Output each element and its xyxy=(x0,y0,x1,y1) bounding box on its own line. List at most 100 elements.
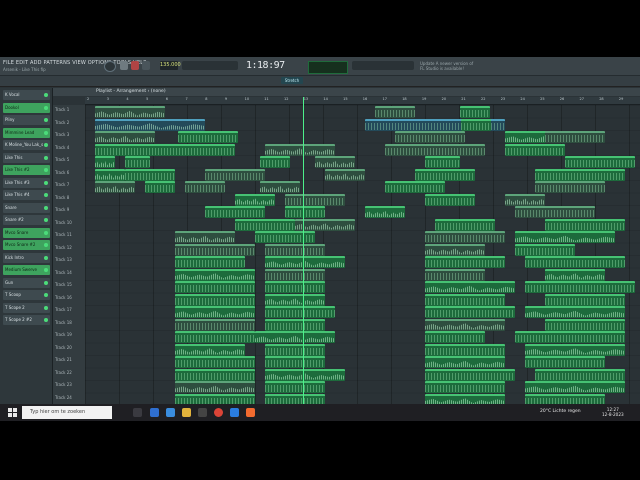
pattern-song-toggle[interactable] xyxy=(104,61,116,72)
track-header[interactable]: Track 23 xyxy=(55,382,72,387)
playlist-clip[interactable] xyxy=(425,243,485,256)
playlist-clip[interactable] xyxy=(425,268,485,281)
playlist-clip[interactable] xyxy=(95,181,135,193)
playlist-clip[interactable] xyxy=(425,293,505,306)
channel-button[interactable]: K Moline_You Lak_s xyxy=(3,140,50,150)
channel-led-icon[interactable] xyxy=(44,130,48,135)
timeline-ruler[interactable]: 2 3 4 5 6 7 8 9 10 11 12 13 14 15 16 17 18 19 20 21 22 23 24 25… xyxy=(85,97,640,105)
track-header[interactable]: Track 1 xyxy=(55,107,69,112)
playlist-clip[interactable] xyxy=(255,331,335,343)
playlist-clip[interactable] xyxy=(435,218,495,231)
playlist-clip[interactable] xyxy=(425,331,485,343)
channel-button[interactable]: Kick Intro xyxy=(3,252,50,263)
channel-button[interactable]: T Scope 2 xyxy=(3,302,50,313)
playlist-clip[interactable] xyxy=(175,331,255,343)
playlist-clip[interactable] xyxy=(175,318,255,331)
track-header[interactable]: Track 5 xyxy=(55,157,69,162)
channel-led-icon[interactable] xyxy=(44,105,48,110)
store-icon[interactable] xyxy=(198,408,207,417)
tempo-display[interactable]: 135.000 xyxy=(160,61,181,70)
track-header[interactable]: Track 15 xyxy=(55,282,72,287)
channel-led-icon[interactable] xyxy=(44,305,48,310)
playlist-clip[interactable] xyxy=(425,231,505,243)
playlist-clip[interactable] xyxy=(425,281,515,293)
playlist-clip[interactable] xyxy=(425,381,505,393)
playlist-clip[interactable] xyxy=(565,156,635,168)
track-header[interactable]: Track 11 xyxy=(55,232,72,237)
playlist-clip[interactable] xyxy=(175,293,255,306)
channel-button[interactable]: Gun xyxy=(3,277,50,288)
playlist-clip[interactable] xyxy=(265,356,325,368)
playlist-clip[interactable] xyxy=(265,381,325,393)
playlist-clip[interactable] xyxy=(175,268,255,281)
playlist-clip[interactable] xyxy=(535,181,605,193)
playlist-clip[interactable] xyxy=(545,131,605,143)
track-header[interactable]: Track 17 xyxy=(55,307,72,312)
toolbar-icons-right[interactable] xyxy=(352,61,414,70)
playlist-clip[interactable] xyxy=(265,306,335,318)
playlist-clip[interactable] xyxy=(505,193,545,206)
channel-button[interactable]: Dookol xyxy=(3,102,50,113)
playlist-clip[interactable] xyxy=(525,256,625,268)
playlist-clip[interactable] xyxy=(525,281,635,293)
record-button[interactable] xyxy=(142,61,150,70)
playlist-clip[interactable] xyxy=(175,368,255,381)
track-header[interactable]: Track 24 xyxy=(55,395,72,400)
playlist-clip[interactable] xyxy=(385,181,445,193)
playlist-clip[interactable] xyxy=(525,381,625,393)
channel-button[interactable]: Like This xyxy=(3,152,50,163)
playlist-clip[interactable] xyxy=(175,256,245,268)
track-header[interactable]: Track 21 xyxy=(55,357,72,362)
track-header[interactable]: Track 7 xyxy=(55,182,69,187)
playlist-clip[interactable] xyxy=(95,106,165,118)
playlist-clip[interactable] xyxy=(175,281,255,293)
snap-selector[interactable]: Stretch xyxy=(281,77,303,84)
channel-button[interactable]: Medium Swerve xyxy=(3,265,50,275)
channel-led-icon[interactable] xyxy=(44,268,48,272)
playlist-clip[interactable] xyxy=(175,231,235,243)
playlist-clip[interactable] xyxy=(425,306,515,318)
playlist-clip[interactable] xyxy=(205,168,265,181)
channel-led-icon[interactable] xyxy=(44,118,48,122)
playlist-clip[interactable] xyxy=(395,131,465,143)
playlist-clip[interactable] xyxy=(515,331,625,343)
playlist-clip[interactable] xyxy=(185,181,225,193)
channel-button[interactable]: Like This #4 xyxy=(3,190,50,200)
playlist-clip[interactable] xyxy=(175,343,245,356)
playlist-clip[interactable] xyxy=(461,118,491,131)
playlist-clip[interactable] xyxy=(525,356,605,368)
channel-led-icon[interactable] xyxy=(44,230,48,235)
playlist-clip[interactable] xyxy=(545,218,625,231)
channel-button[interactable]: Pliny xyxy=(3,115,50,125)
playlist-clip[interactable] xyxy=(95,143,235,156)
playlist-clip[interactable] xyxy=(265,243,325,256)
playlist-clip[interactable] xyxy=(515,206,595,218)
stop-button[interactable] xyxy=(131,61,139,70)
track-header[interactable]: Track 19 xyxy=(55,332,72,337)
playlist-clip[interactable] xyxy=(545,318,625,331)
channel-led-icon[interactable] xyxy=(44,168,48,172)
playlist-clip[interactable] xyxy=(295,218,355,231)
playlist-clip[interactable] xyxy=(260,181,300,193)
channel-led-icon[interactable] xyxy=(44,280,48,285)
channel-button[interactable]: Like This #2 xyxy=(3,165,50,175)
playlist-clip[interactable] xyxy=(425,356,505,368)
channel-led-icon[interactable] xyxy=(44,218,48,222)
track-header[interactable]: Track 13 xyxy=(55,257,72,262)
update-hint[interactable]: Update A newer version of FL Studio is av… xyxy=(420,61,473,71)
playlist-clip[interactable] xyxy=(425,343,505,356)
playlist-clip[interactable] xyxy=(325,168,365,181)
playlist-clip[interactable] xyxy=(425,318,505,331)
channel-button[interactable]: Mimmine Lead xyxy=(3,127,50,138)
playlist-clip[interactable] xyxy=(525,343,625,356)
track-header[interactable]: Track 18 xyxy=(55,320,72,325)
playlist-clip[interactable] xyxy=(125,168,175,181)
playlist-clip[interactable] xyxy=(515,231,615,243)
channel-led-icon[interactable] xyxy=(44,293,48,297)
channel-led-icon[interactable] xyxy=(44,180,48,185)
fl-studio-taskbar-icon[interactable] xyxy=(246,408,255,417)
playlist-clip[interactable] xyxy=(260,156,290,168)
playlist-clip[interactable] xyxy=(535,368,625,381)
channel-button[interactable]: T Scope 2 #2 xyxy=(3,315,50,325)
playlist-clip[interactable] xyxy=(175,356,255,368)
